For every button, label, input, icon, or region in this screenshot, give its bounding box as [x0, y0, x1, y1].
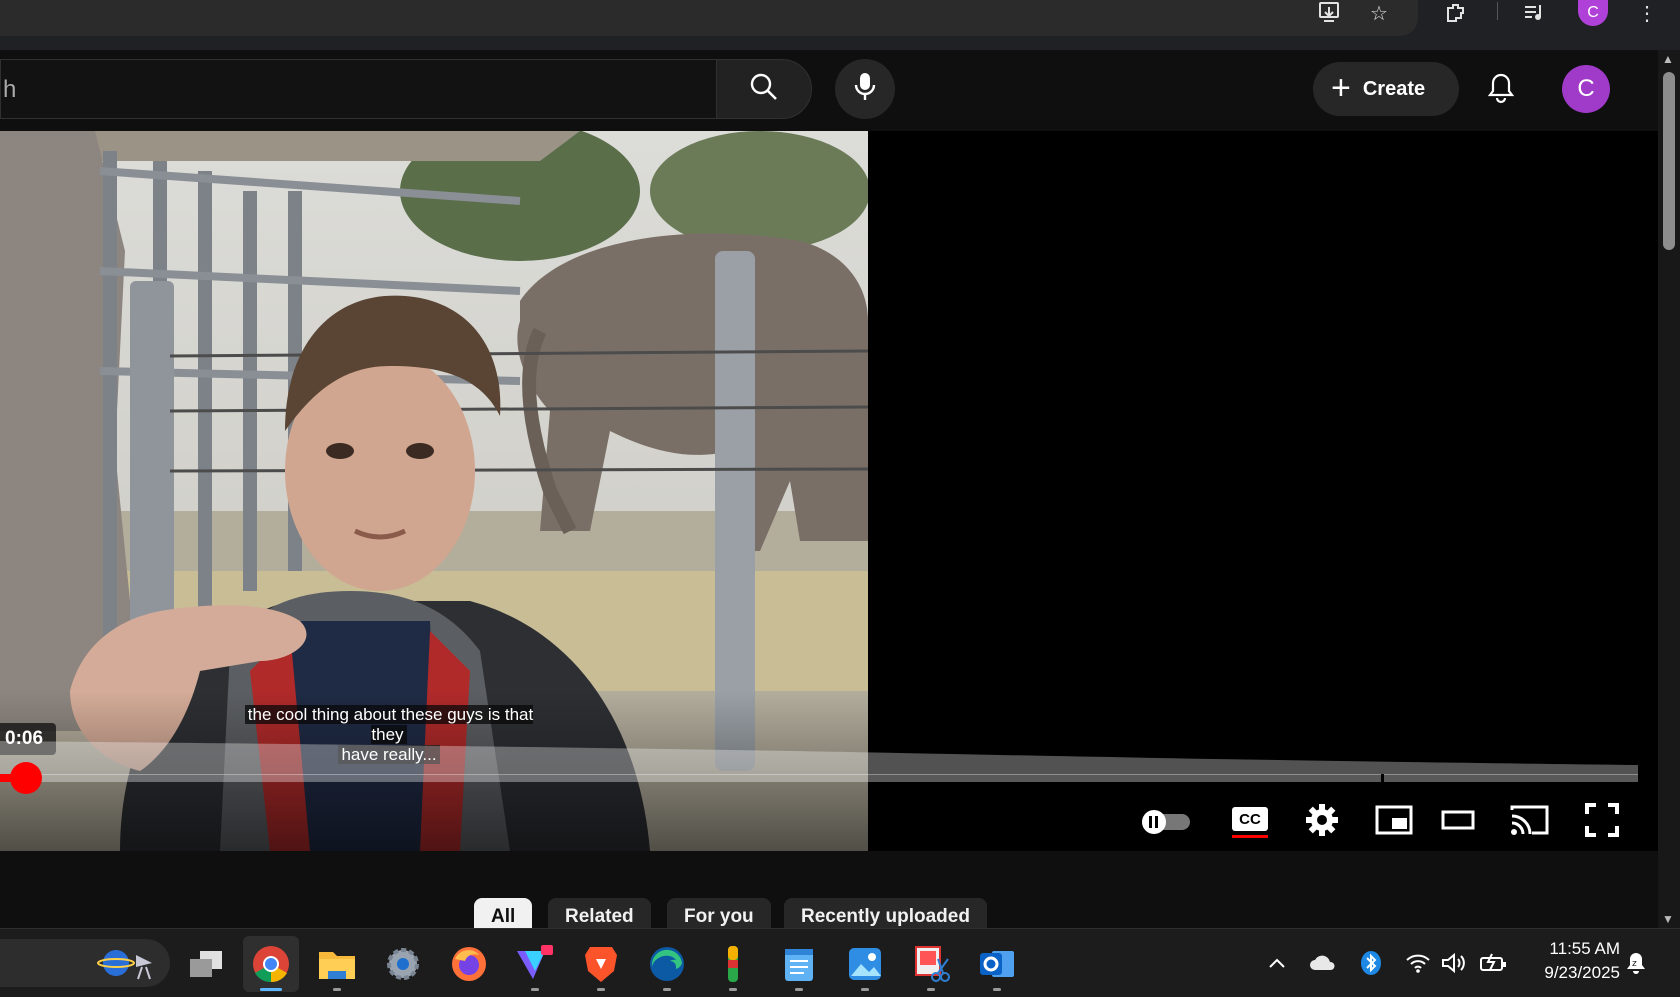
search-button[interactable]: [716, 59, 812, 119]
autoplay-toggle[interactable]: [1138, 794, 1194, 850]
extensions-icon[interactable]: [1439, 0, 1473, 26]
notepad-icon[interactable]: [771, 936, 827, 992]
clock-date: 9/23/2025: [1544, 963, 1620, 982]
browser-toolbar: ☆ C ⋮: [0, 0, 1680, 50]
chrome-icon[interactable]: [243, 936, 299, 992]
battery-icon[interactable]: [1476, 941, 1510, 985]
wifi-icon[interactable]: [1402, 941, 1434, 985]
create-button-label: Create: [1362, 77, 1426, 100]
running-indicator: [729, 988, 737, 991]
progress-scrubber-handle[interactable]: [10, 762, 42, 794]
task-view-icon[interactable]: [178, 936, 234, 992]
bluetooth-icon[interactable]: [1354, 941, 1388, 985]
settings-icon[interactable]: [375, 936, 431, 992]
vpn-icon[interactable]: [507, 936, 563, 992]
account-avatar[interactable]: C: [1562, 65, 1610, 113]
scroll-up-arrow-icon[interactable]: ▲: [1662, 52, 1674, 66]
windows-taskbar: 11:55 AM 9/23/2025 z: [0, 928, 1680, 997]
scroll-down-arrow-icon[interactable]: ▼: [1662, 912, 1674, 926]
running-indicator: [927, 988, 935, 991]
screen: ☆ C ⋮ h + Create C ▲ ▼ the cool thing ab…: [0, 0, 1680, 997]
outlook-icon[interactable]: [969, 936, 1025, 992]
firefox-icon[interactable]: [441, 936, 497, 992]
install-app-icon[interactable]: [1313, 0, 1347, 26]
captions-icon: CC: [1232, 807, 1268, 838]
address-bar[interactable]: [0, 0, 1418, 36]
clock-time: 11:55 AM: [1549, 939, 1620, 958]
taskbar-search-box[interactable]: [0, 939, 170, 987]
running-indicator: [333, 988, 341, 991]
chevron-up-icon[interactable]: [1262, 941, 1292, 985]
bell-icon: [1487, 72, 1515, 109]
photos-icon[interactable]: [837, 936, 893, 992]
search-icon: [749, 72, 779, 107]
captions-active-indicator: [1232, 835, 1268, 838]
captions-button[interactable]: CC: [1222, 794, 1278, 850]
onedrive-icon[interactable]: [1306, 941, 1340, 985]
miniplayer-icon: [1375, 805, 1413, 840]
cast-button[interactable]: [1502, 794, 1558, 850]
svg-text:z: z: [1632, 959, 1637, 969]
progress-bar[interactable]: [0, 774, 1638, 782]
microphone-icon: [852, 71, 878, 108]
theater-mode-icon: [1441, 810, 1475, 835]
theater-mode-button[interactable]: [1430, 794, 1486, 850]
running-indicator: [531, 988, 539, 991]
search-highlight-icon: [96, 945, 160, 986]
running-indicator: [597, 988, 605, 991]
taskbar-clock[interactable]: 11:55 AM 9/23/2025: [1520, 937, 1620, 985]
plus-icon: +: [1331, 68, 1351, 107]
file-explorer-icon[interactable]: [309, 936, 365, 992]
menu-icon[interactable]: ⋮: [1630, 0, 1664, 26]
page-scrollbar[interactable]: ▲ ▼: [1658, 50, 1680, 928]
running-indicator: [861, 988, 869, 991]
search-input-text: h: [3, 76, 17, 103]
miniplayer-button[interactable]: [1366, 794, 1422, 850]
settings-button[interactable]: [1294, 794, 1350, 850]
voice-search-button[interactable]: [835, 59, 895, 119]
onepassword-icon[interactable]: [705, 936, 761, 992]
video-player[interactable]: the cool thing about these guys is that …: [0, 131, 1658, 851]
running-indicator: [663, 988, 671, 991]
search-input[interactable]: h: [0, 59, 716, 119]
active-indicator: [260, 988, 282, 991]
media-controls-icon[interactable]: [1518, 0, 1552, 26]
create-button[interactable]: + Create: [1313, 62, 1459, 116]
cast-icon: [1510, 804, 1550, 841]
settings-gear-icon: [1305, 803, 1339, 842]
fullscreen-icon: [1585, 802, 1619, 842]
fullscreen-button[interactable]: [1574, 794, 1630, 850]
volume-icon[interactable]: [1438, 941, 1470, 985]
profile-avatar[interactable]: C: [1578, 0, 1608, 26]
running-indicator: [993, 988, 1001, 991]
cc-label: CC: [1232, 807, 1268, 831]
running-indicator: [795, 988, 803, 991]
edge-icon[interactable]: [639, 936, 695, 992]
notifications-icon[interactable]: z: [1620, 941, 1652, 985]
bookmark-star-icon[interactable]: ☆: [1362, 0, 1396, 26]
snipping-tool-icon[interactable]: [903, 936, 959, 992]
scrollbar-thumb[interactable]: [1663, 72, 1675, 250]
brave-icon[interactable]: [573, 936, 629, 992]
toolbar-separator: [1497, 2, 1498, 20]
chapter-marker: [1381, 774, 1384, 782]
notifications-button[interactable]: [1478, 67, 1524, 113]
most-replayed-heatmap: [0, 741, 1638, 775]
